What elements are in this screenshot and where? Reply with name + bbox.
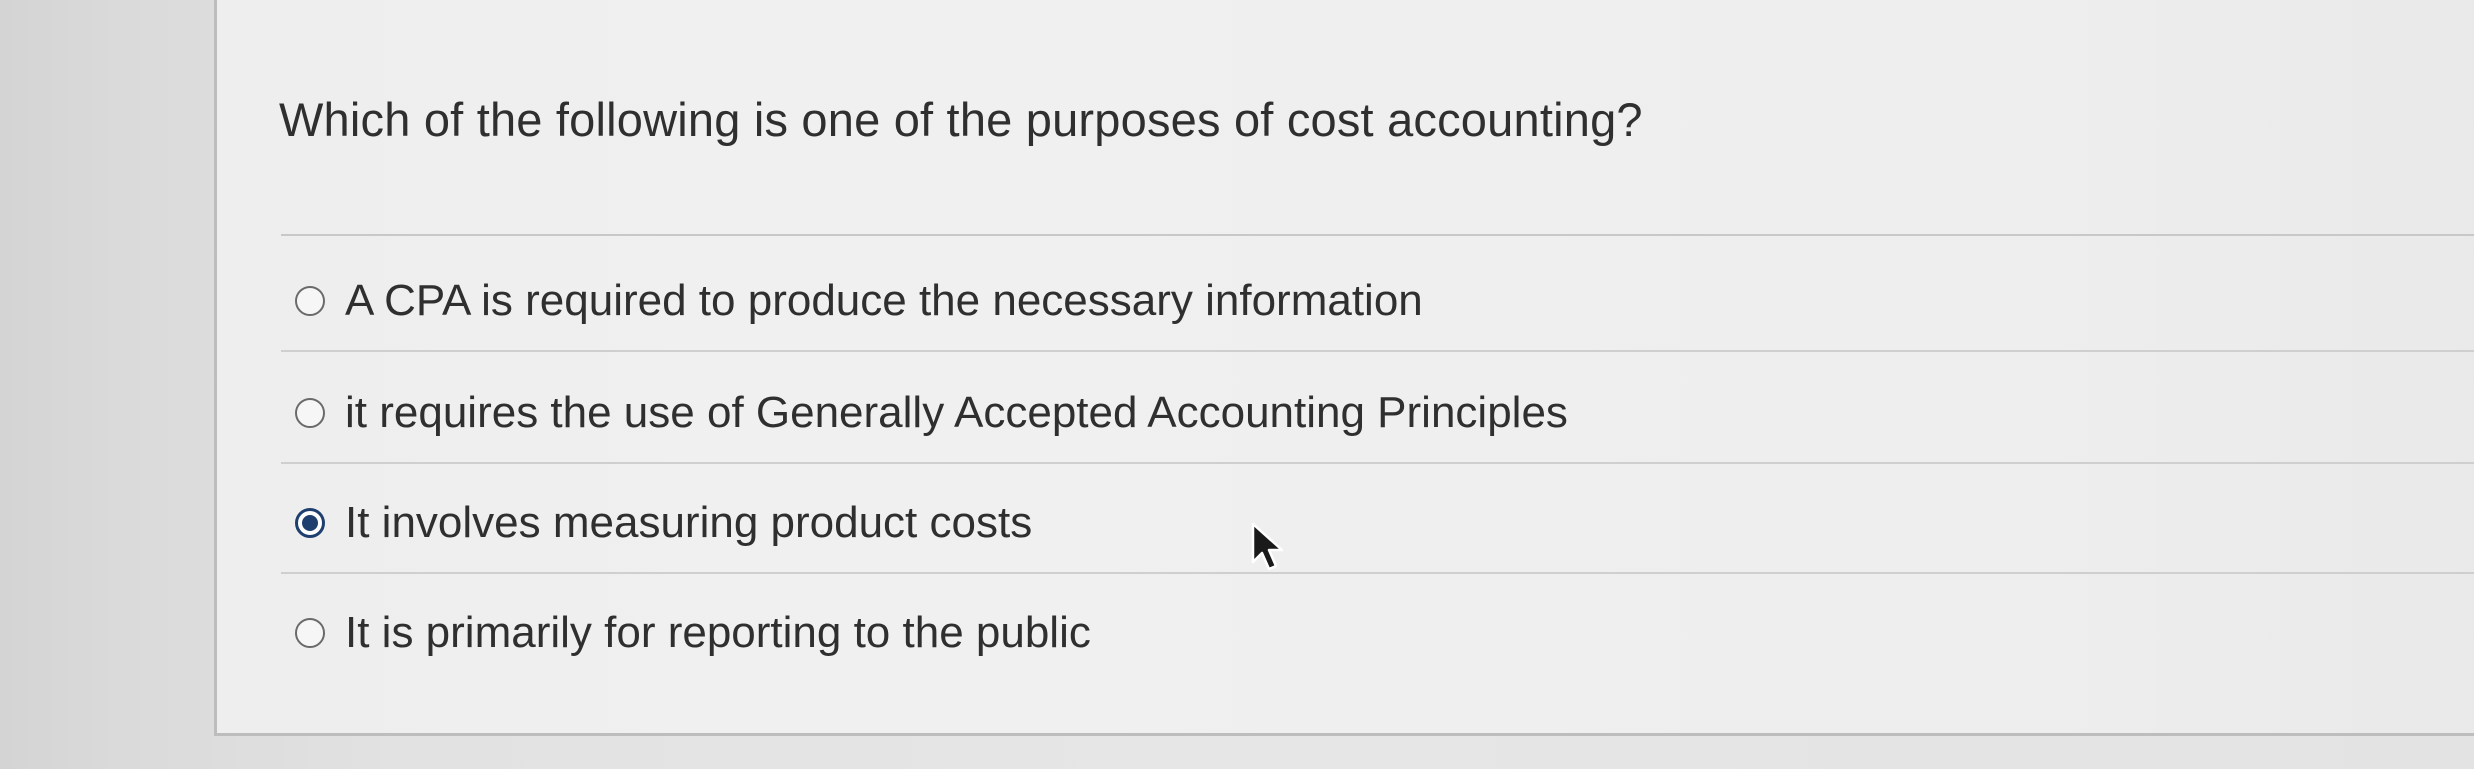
radio-button-2[interactable]	[295, 398, 325, 428]
answer-option-label[interactable]: A CPA is required to produce the necessa…	[345, 276, 1423, 326]
radio-button-1[interactable]	[295, 286, 325, 316]
radio-button-3-selected[interactable]	[295, 508, 325, 538]
question-card: Which of the following is one of the pur…	[214, 0, 2474, 736]
answer-option-4[interactable]: It is primarily for reporting to the pub…	[295, 593, 1091, 673]
answer-option-label[interactable]: It involves measuring product costs	[345, 498, 1032, 548]
answer-option-2[interactable]: it requires the use of Generally Accepte…	[295, 373, 1568, 453]
answer-option-3[interactable]: It involves measuring product costs	[295, 483, 1032, 563]
screen: Which of the following is one of the pur…	[0, 0, 2474, 769]
option-divider	[281, 462, 2474, 464]
mouse-pointer-icon	[1251, 522, 1284, 571]
question-text: Which of the following is one of the pur…	[279, 93, 1643, 146]
question-divider	[281, 234, 2474, 236]
answer-option-label[interactable]: It is primarily for reporting to the pub…	[345, 608, 1091, 658]
radio-button-4[interactable]	[295, 618, 325, 648]
option-divider	[281, 572, 2474, 574]
answer-option-label[interactable]: it requires the use of Generally Accepte…	[345, 388, 1568, 438]
answer-option-1[interactable]: A CPA is required to produce the necessa…	[295, 261, 1423, 341]
option-divider	[281, 350, 2474, 352]
